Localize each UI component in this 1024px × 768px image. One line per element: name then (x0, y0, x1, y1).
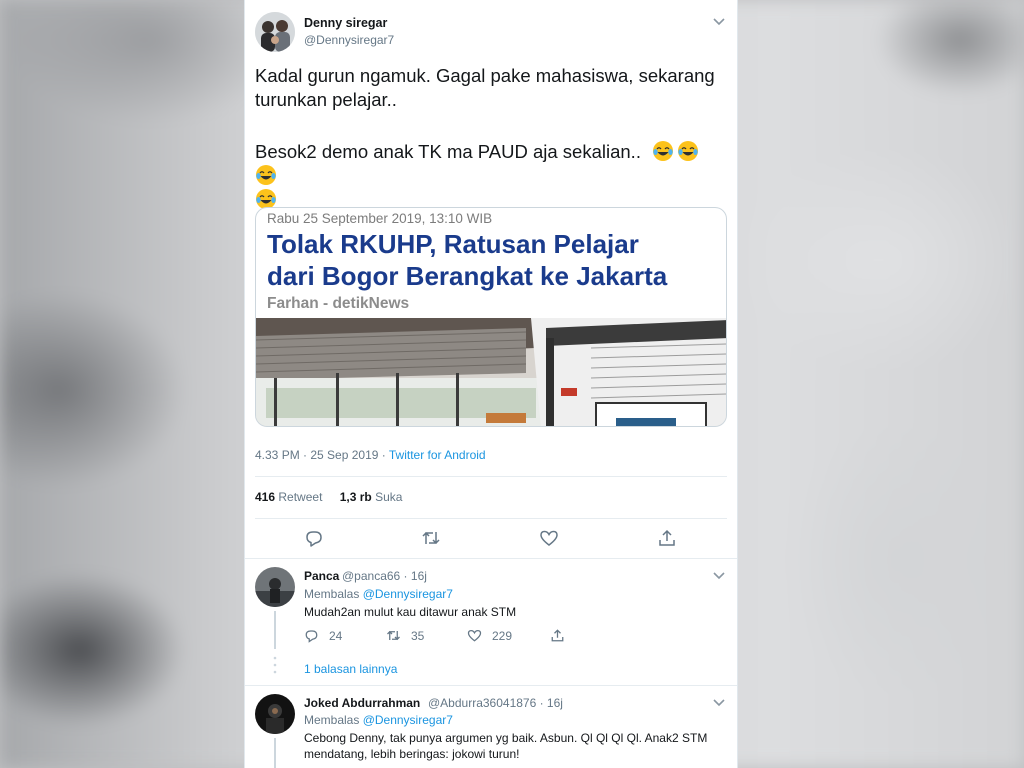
reply-icon (306, 531, 322, 547)
tweet-timestamp: 4.33 PM · 25 Sep 2019 · Twitter for Andr… (255, 448, 486, 462)
replying-to: Membalas @Dennysiregar7 (304, 713, 453, 727)
author-name[interactable]: Denny siregar (304, 16, 387, 30)
reply-avatar[interactable] (255, 567, 295, 607)
tears-of-joy-emoji-icon (256, 165, 276, 185)
chevron-down-icon[interactable] (713, 17, 725, 27)
reply-button[interactable] (304, 528, 324, 548)
like-count-label: Suka (375, 490, 403, 504)
like-count[interactable]: 1,3 rb Suka (340, 490, 403, 504)
thread-line (274, 738, 276, 768)
divider (255, 476, 727, 477)
retweet-icon (387, 630, 400, 641)
retweet-count[interactable]: 416 Retweet (255, 490, 322, 504)
news-headline-line: dari Bogor Berangkat ke Jakarta (267, 261, 668, 291)
reply-author-name[interactable]: Panca (304, 569, 339, 583)
retweet-count-label: Retweet (278, 490, 323, 504)
reply-text-line: mendatang, lebih beringas: jokowi turun! (304, 747, 520, 761)
tweet-text-line: Besok2 demo anak TK ma PAUD aja sekalian… (255, 141, 641, 162)
divider (245, 685, 737, 686)
tears-of-joy-emoji-icon (678, 141, 699, 161)
news-date: Rabu 25 September 2019, 13:10 WIB (267, 211, 493, 226)
reply-author-name[interactable]: Joked Abdurrahman (304, 696, 420, 710)
chevron-down-icon[interactable] (713, 698, 725, 708)
reply-icon (305, 630, 318, 643)
like-button[interactable] (539, 528, 559, 548)
show-more-replies-link[interactable]: 1 balasan lainnya (304, 662, 397, 676)
tweet-stats: 416 Retweet 1,3 rb Suka (255, 490, 402, 504)
retweet-count-value: 416 (255, 490, 276, 504)
reply-text-line: Cebong Denny, tak punya argumen yg baik.… (304, 731, 708, 745)
retweet-button[interactable] (421, 528, 441, 548)
news-byline: Farhan - detikNews (267, 295, 410, 312)
tweet-source-link[interactable]: Twitter for Android (389, 448, 486, 462)
reply-avatar[interactable] (255, 694, 295, 734)
retweet-count: 35 (411, 628, 425, 643)
replying-to-link[interactable]: @Dennysiregar7 (363, 587, 453, 601)
thread-line (274, 611, 276, 649)
author-handle[interactable]: @Dennysiregar7 (304, 33, 394, 47)
heart-icon (467, 629, 482, 642)
divider (255, 518, 727, 519)
reply-text: Mudah2an mulut kau ditawur anak STM (304, 605, 517, 619)
share-icon (551, 629, 564, 642)
reply-retweet-button[interactable]: 35 (386, 628, 424, 643)
share-icon (659, 529, 675, 546)
replying-label: Membalas (304, 587, 363, 601)
chevron-down-icon[interactable] (713, 571, 725, 581)
reply-author-handle[interactable]: @panca66 · 16j (342, 569, 427, 583)
tweet-text-line: Kadal gurun ngamuk. Gagal pake mahasiswa… (255, 65, 715, 86)
reply-like-button[interactable]: 229 (467, 628, 512, 643)
reply-reply-button[interactable]: 24 (304, 628, 342, 643)
embedded-news-image[interactable]: Rabu 25 September 2019, 13:10 WIB Tolak … (255, 207, 727, 427)
tweet-card: Denny siregar @Dennysiregar7 Kadal gurun… (244, 0, 738, 768)
tweet-text: Kadal gurun ngamuk. Gagal pake mahasiswa… (255, 64, 725, 112)
news-headline-line: Tolak RKUHP, Ratusan Pelajar (267, 229, 639, 259)
like-count-value: 1,3 rb (339, 490, 372, 504)
reply-author-handle[interactable]: @Abdurra36041876 · 16j (428, 696, 563, 710)
heart-icon (540, 530, 558, 546)
tweet-time[interactable]: 4.33 PM · 25 Sep 2019 · (255, 448, 389, 462)
like-count: 229 (492, 628, 513, 643)
share-button[interactable] (657, 528, 677, 548)
reply-text: Cebong Denny, tak punya argumen yg baik.… (304, 731, 729, 762)
thread-dots (273, 656, 277, 674)
tweet-text-line: turunkan pelajar.. (255, 89, 397, 110)
reply-share-button[interactable] (550, 628, 575, 643)
news-headline: Tolak RKUHP, Ratusan Pelajar dari Bogor … (267, 228, 722, 292)
tweet-text-second-paragraph: Besok2 demo anak TK ma PAUD aja sekalian… (255, 140, 725, 212)
replying-label: Membalas (304, 713, 363, 727)
author-avatar[interactable] (255, 12, 295, 52)
tears-of-joy-emoji-icon (653, 141, 674, 161)
station-photo (256, 318, 726, 426)
reply-count: 24 (329, 628, 343, 643)
replying-to: Membalas @Dennysiregar7 (304, 587, 453, 601)
retweet-icon (422, 531, 440, 545)
divider (245, 558, 737, 559)
replying-to-link[interactable]: @Dennysiregar7 (363, 713, 453, 727)
